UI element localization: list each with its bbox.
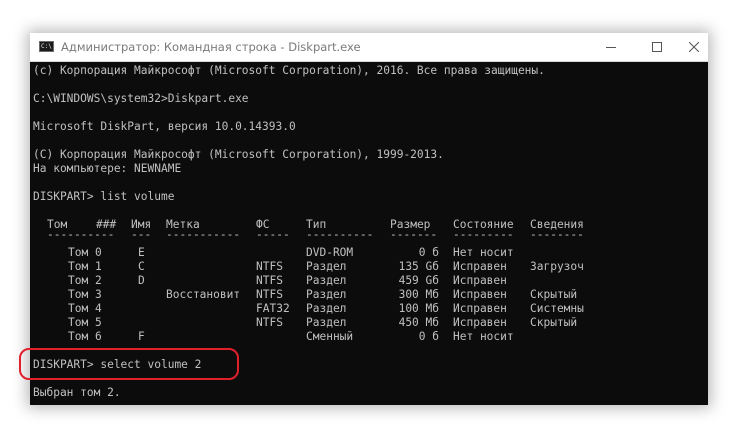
table-separator: ----------: [306, 228, 374, 241]
console-output[interactable]: (c) Корпорация Майкрософт (Microsoft Cor…: [30, 62, 708, 405]
console-line: (c) Корпорация Майкрософт (Microsoft Cor…: [33, 64, 545, 77]
volume-status: Исправен: [453, 288, 507, 301]
volume-info: Скрытый: [530, 316, 578, 329]
close-button[interactable]: [680, 33, 708, 61]
volume-size: 0 б: [418, 246, 439, 259]
volume-number: Том 0: [68, 246, 102, 259]
volume-type: Раздел: [306, 274, 347, 287]
command-line: DISKPART> select volume 2: [33, 358, 202, 371]
minimize-icon: [606, 47, 616, 48]
volume-type: Раздел: [306, 302, 347, 315]
volume-fs: NTFS: [256, 260, 283, 273]
volume-letter: F: [138, 330, 145, 343]
minimize-button[interactable]: [588, 33, 634, 61]
volume-info: Системны: [530, 302, 584, 315]
volume-status: Исправен: [453, 316, 507, 329]
table-separator: -----------: [166, 228, 241, 241]
table-separator: ---: [131, 228, 152, 241]
volume-size: 100 Mб: [398, 302, 439, 315]
table-separator: -------: [390, 228, 438, 241]
volume-number: Том 2: [68, 274, 102, 287]
volume-info: Загрузоч: [530, 260, 584, 273]
volume-size: 0 б: [418, 330, 439, 343]
volume-type: Раздел: [306, 260, 347, 273]
console-line: DISKPART> list volume: [33, 190, 175, 203]
close-icon: [689, 42, 699, 52]
volume-label: Восстановит: [166, 288, 241, 301]
volume-size: 450 Mб: [398, 316, 439, 329]
title-bar[interactable]: C:\ Администратор: Командная строка - Di…: [30, 33, 708, 62]
volume-size: 135 Gб: [398, 260, 439, 273]
volume-fs: NTFS: [256, 288, 283, 301]
volume-letter: C: [138, 260, 145, 273]
volume-status: Исправен: [453, 274, 507, 287]
command-prompt-window: C:\ Администратор: Командная строка - Di…: [30, 33, 708, 405]
volume-size: 459 Gб: [398, 274, 439, 287]
volume-fs: NTFS: [256, 316, 283, 329]
cmd-app-icon: C:\: [39, 41, 54, 52]
maximize-icon: [652, 42, 662, 52]
volume-type: DVD-ROM: [306, 246, 354, 259]
volume-fs: NTFS: [256, 274, 283, 287]
volume-number: Том 1: [68, 260, 102, 273]
console-line: (C) Корпорация Майкрософт (Microsoft Cor…: [33, 148, 444, 161]
volume-status: Нет носит: [453, 330, 514, 343]
volume-letter: E: [138, 246, 145, 259]
volume-status: Исправен: [453, 260, 507, 273]
maximize-button[interactable]: [634, 33, 680, 61]
volume-type: Раздел: [306, 316, 347, 329]
table-separator: -----: [256, 228, 290, 241]
command-result: Выбран том 2.: [33, 386, 121, 399]
volume-type: Раздел: [306, 288, 347, 301]
volume-number: Том 5: [68, 316, 102, 329]
console-line: Microsoft DiskPart, версия 10.0.14393.0: [33, 120, 296, 133]
window-title: Администратор: Командная строка - Diskpa…: [61, 40, 361, 54]
volume-status: Нет носит: [453, 246, 514, 259]
volume-letter: D: [138, 274, 145, 287]
volume-size: 300 Mб: [398, 288, 439, 301]
volume-number: Том 3: [68, 288, 102, 301]
volume-number: Том 6: [68, 330, 102, 343]
volume-number: Том 4: [68, 302, 102, 315]
volume-type: Сменный: [306, 330, 354, 343]
console-line: На компьютере: NEWNAME: [33, 162, 182, 175]
table-separator: ---------: [453, 228, 514, 241]
volume-fs: FAT32: [256, 302, 290, 315]
console-line: C:\WINDOWS\system32>Diskpart.exe: [33, 92, 249, 105]
table-separator: --------: [530, 228, 584, 241]
volume-info: Скрытый: [530, 288, 578, 301]
volume-status: Исправен: [453, 302, 507, 315]
table-separator: ----------: [47, 228, 115, 241]
